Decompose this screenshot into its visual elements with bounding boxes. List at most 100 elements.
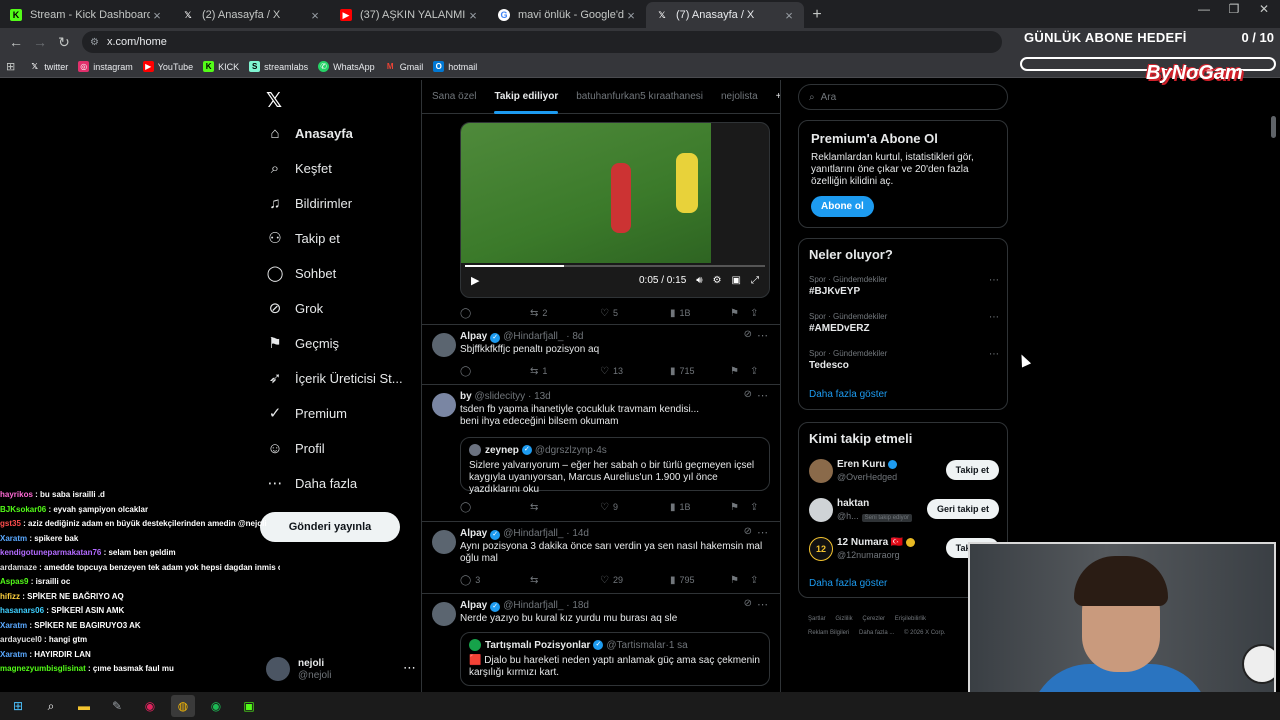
like-button[interactable]: ♡ 13	[600, 366, 670, 377]
footer-accessibility-link[interactable]: Erişilebilirlik	[895, 616, 926, 622]
nav-premium[interactable]: ✓ Premium	[266, 400, 347, 426]
forward-icon[interactable]: →	[28, 34, 52, 50]
like-button[interactable]: ♡ 5	[600, 308, 670, 319]
close-icon[interactable]: ×	[624, 8, 638, 23]
new-tab-button[interactable]: +	[804, 2, 830, 28]
reply-button[interactable]: ◯	[460, 502, 530, 513]
avatar[interactable]	[432, 530, 456, 554]
author-handle[interactable]: @slidecityy	[474, 391, 525, 402]
grok-icon[interactable]: ⊘	[744, 389, 752, 400]
more-icon[interactable]: ⋯	[757, 598, 768, 611]
nav-chat[interactable]: ◯ Sohbet	[266, 260, 337, 286]
address-bar[interactable]: ⚙ x.com/home	[82, 31, 1002, 53]
reply-button[interactable]: ◯	[460, 366, 530, 377]
author-name[interactable]: Alpay	[460, 331, 487, 342]
tab-for-you[interactable]: Sana özel	[432, 80, 476, 114]
tab-x-home-7[interactable]: 𝕏 (7) Anasayfa / X ×	[646, 2, 804, 28]
pip-icon[interactable]: ▣	[732, 275, 741, 286]
bookmark-kick[interactable]: K KICK	[203, 61, 239, 72]
author-handle[interactable]: @Hindarfjall_	[503, 528, 563, 539]
more-icon[interactable]: ⋯	[757, 526, 768, 539]
follow-suggestion[interactable]: haktan @h... Seni takip ediyor Geri takip…	[809, 496, 999, 524]
tab-google-search[interactable]: G mavi önlük - Google'da Ara ×	[488, 2, 646, 28]
reply-button[interactable]: ◯	[460, 308, 530, 319]
author-name[interactable]: Alpay	[460, 600, 487, 611]
bookmark-gmail[interactable]: M Gmail	[385, 61, 423, 72]
tab-list-kiraathanesi[interactable]: batuhanfurkan5 kıraathanesi	[576, 80, 703, 114]
bookmark-button[interactable]: ⚑	[730, 308, 750, 319]
page-scrollbar[interactable]	[1271, 116, 1276, 138]
avatar[interactable]	[432, 393, 456, 417]
window-close-icon[interactable]: ✕	[1250, 2, 1278, 16]
footer-privacy-link[interactable]: Gizlilik	[835, 616, 852, 622]
obs-icon[interactable]: ◉	[138, 695, 162, 717]
post-time[interactable]: 13d	[534, 391, 551, 402]
file-explorer-icon[interactable]: ▬	[72, 695, 96, 717]
tab-x-home-2[interactable]: 𝕏 (2) Anasayfa / X ×	[172, 2, 330, 28]
nav-bookmarks[interactable]: ⚑ Geçmiş	[266, 330, 339, 356]
windows-start-icon[interactable]: ⊞	[6, 695, 30, 717]
grok-icon[interactable]: ⊘	[744, 598, 752, 609]
tab-youtube[interactable]: ▶ (37) AŞKIN YALANMIŞ - You ×	[330, 2, 488, 28]
nav-home[interactable]: ⌂ Anasayfa	[266, 120, 352, 146]
trend-item[interactable]: Spor · Gündemdekiler Tedesco ⋯	[809, 349, 999, 371]
close-icon[interactable]: ×	[150, 8, 164, 23]
repost-button[interactable]: ⇆ 1	[530, 366, 600, 377]
post[interactable]: Alpay ✓ @Hindarfjall_ · 18d ⊘ ⋯ Nerde yazı…	[422, 594, 780, 692]
chrome-icon[interactable]: ◍	[171, 695, 195, 717]
author-handle[interactable]: @Hindarfjall_	[503, 331, 563, 342]
nav-profile[interactable]: ☺ Profil	[266, 435, 324, 461]
post[interactable]: Alpay ✓ @Hindarfjall_ · 8d ⊘ ⋯ Sbjffkkfkff…	[422, 325, 780, 385]
more-icon[interactable]: ⋯	[757, 329, 768, 342]
share-button[interactable]: ⇪	[750, 502, 762, 513]
close-icon[interactable]: ×	[466, 8, 480, 23]
quoted-post[interactable]: zeynep ✓ @dgrszlzynp · 4s Sizlere yalvarıy…	[460, 437, 770, 495]
account-switcher[interactable]: nejoli @nejoli ⋯	[266, 654, 416, 684]
repost-button[interactable]: ⇆	[530, 502, 600, 513]
more-icon[interactable]: ⋯	[989, 349, 999, 360]
footer-cookies-link[interactable]: Çerezler	[862, 616, 885, 622]
video-player[interactable]: ▶ 0:05 / 0:15 🔊︎ ⚙ ▣ ⤢	[460, 122, 770, 298]
more-icon[interactable]: ⋯	[989, 275, 999, 286]
close-icon[interactable]: ×	[782, 8, 796, 23]
nav-notifications[interactable]: ♫ Bildirimler	[266, 190, 352, 216]
like-button[interactable]: ♡ 9	[600, 502, 670, 513]
views-button[interactable]: ▮ 795	[670, 575, 730, 586]
follow-button[interactable]: Takip et	[945, 460, 999, 480]
trends-show-more-link[interactable]: Daha fazla göster	[809, 389, 887, 400]
bookmark-hotmail[interactable]: Ohotmail	[433, 61, 477, 72]
add-tab-icon[interactable]: +	[776, 80, 780, 114]
avatar[interactable]	[432, 602, 456, 626]
post-time[interactable]: 14d	[572, 528, 589, 539]
repost-button[interactable]: ⇆ 2	[530, 308, 600, 319]
post[interactable]: by @slidecityy · 13d ⊘ ⋯ tsden fb yapma …	[422, 385, 780, 522]
author-name[interactable]: Alpay	[460, 528, 487, 539]
nav-creator-studio[interactable]: ➶ İçerik Üreticisi St...	[266, 365, 403, 391]
settings-icon[interactable]: ⚙	[713, 275, 722, 286]
restore-icon[interactable]: ❐	[1220, 2, 1248, 16]
post-time[interactable]: 18d	[572, 600, 589, 611]
back-icon[interactable]: ←	[4, 34, 28, 50]
subscribe-button[interactable]: Abone ol	[811, 196, 874, 217]
fullscreen-icon[interactable]: ⤢	[751, 275, 759, 286]
play-icon[interactable]: ▶	[471, 274, 479, 287]
bookmark-youtube[interactable]: ▶ YouTube	[142, 61, 193, 72]
bookmark-twitter[interactable]: 𝕏twitter	[29, 61, 68, 72]
reply-button[interactable]: ◯ 3	[460, 575, 530, 586]
footer-terms-link[interactable]: Şartlar	[808, 616, 826, 622]
avatar[interactable]	[432, 333, 456, 357]
views-button[interactable]: ▮ 1B	[670, 308, 730, 319]
bookmark-whatsapp[interactable]: ✆ WhatsApp	[318, 61, 375, 72]
nav-grok[interactable]: ⊘ Grok	[266, 295, 323, 321]
bookmark-button[interactable]: ⚑	[730, 575, 750, 586]
post-button[interactable]: Gönderi yayınla	[260, 512, 400, 542]
close-icon[interactable]: ×	[308, 8, 322, 23]
share-button[interactable]: ⇪	[750, 308, 762, 319]
share-button[interactable]: ⇪	[750, 575, 762, 586]
nav-follow[interactable]: ⚇ Takip et	[266, 225, 340, 251]
quoted-post[interactable]: Tartışmalı Pozisyonlar ✓ @Tartismalar · 1 …	[460, 632, 770, 686]
minimize-icon[interactable]: —	[1190, 2, 1218, 16]
site-info-icon[interactable]: ⚙	[90, 37, 99, 48]
like-button[interactable]: ♡ 29	[600, 575, 670, 586]
more-icon[interactable]: ⋯	[403, 660, 416, 676]
